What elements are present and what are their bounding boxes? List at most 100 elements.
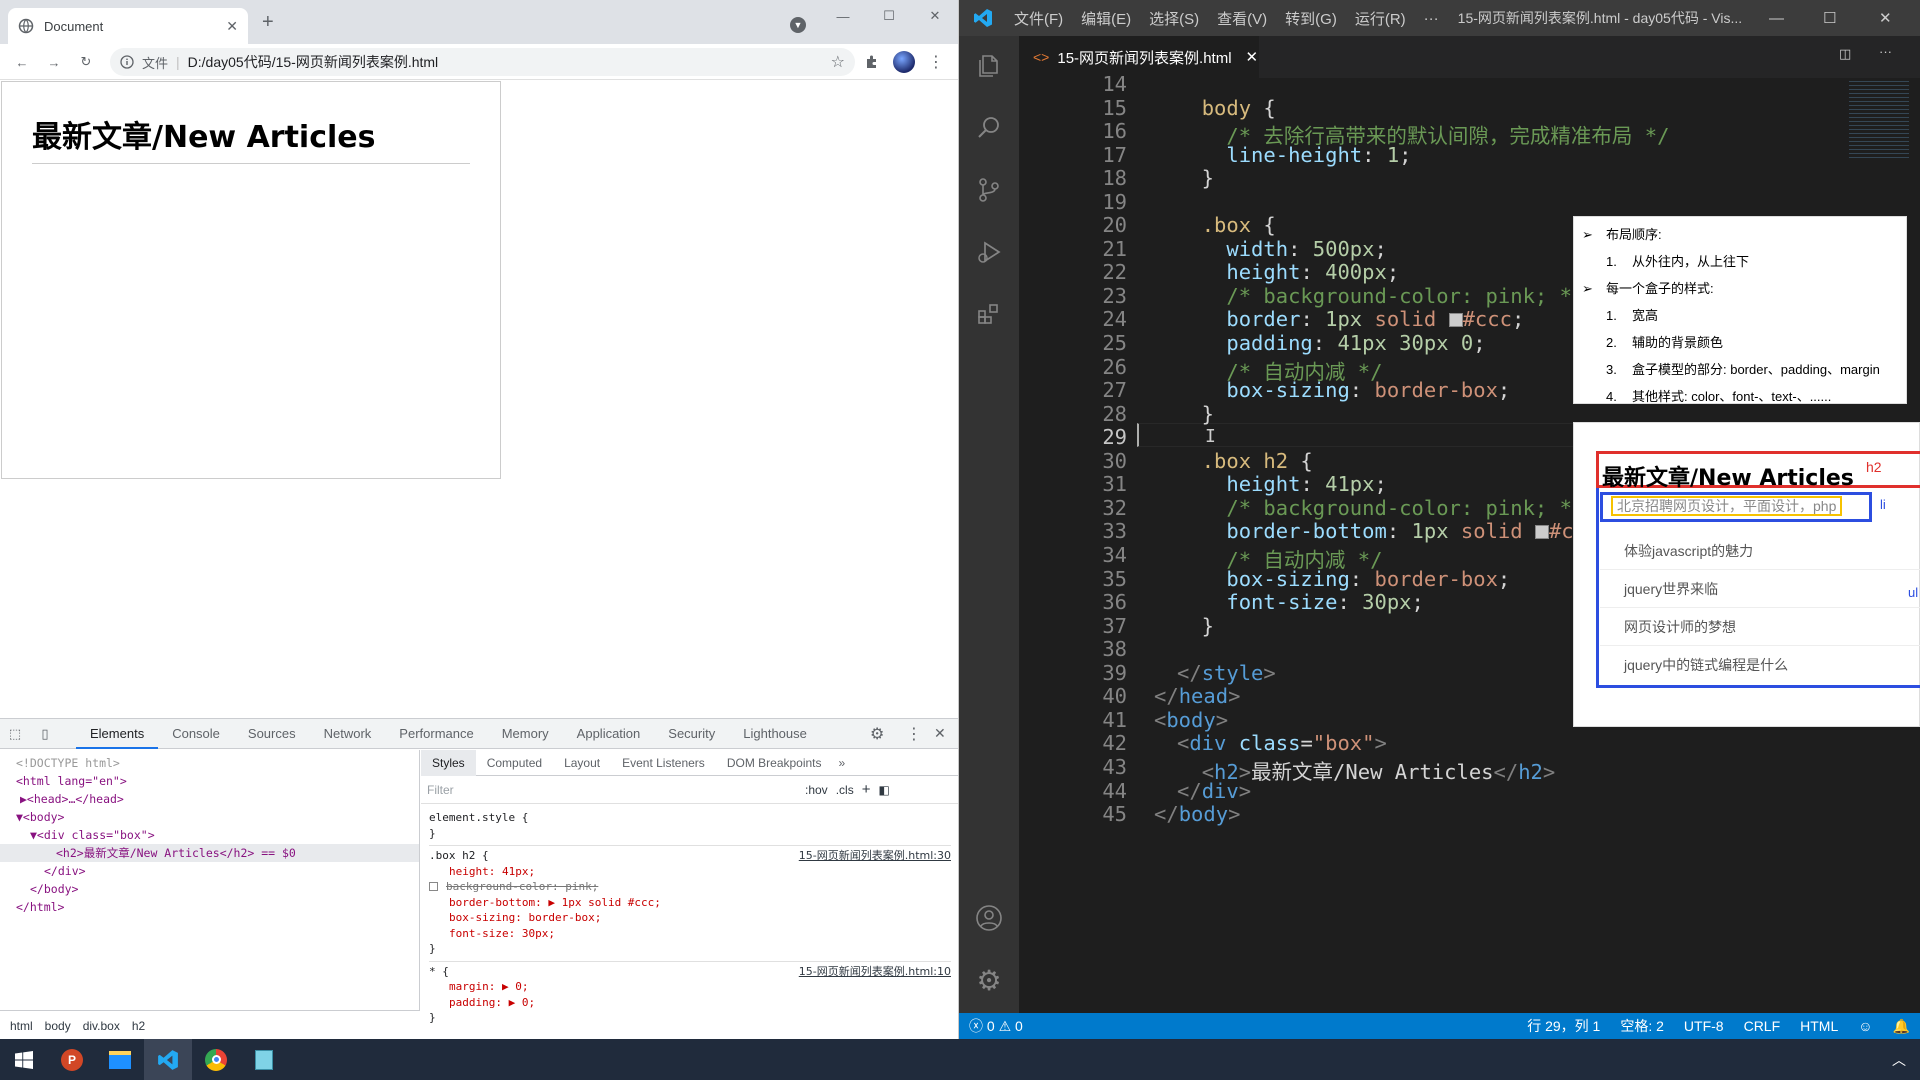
cls-toggle[interactable]: .cls	[836, 783, 854, 797]
maximize-icon[interactable]: ☐	[866, 0, 912, 32]
dom-line-html[interactable]: <html lang="en">	[16, 772, 419, 790]
tab-network[interactable]: Network	[310, 719, 386, 749]
windows-start-icon[interactable]	[0, 1039, 48, 1080]
problems-status[interactable]: ⓧ 0 ⚠ 0	[959, 1016, 1033, 1036]
dom-line-body[interactable]: ▼<body>	[16, 808, 419, 826]
tab-performance[interactable]: Performance	[385, 719, 487, 749]
reload-icon[interactable]: ↻	[74, 50, 98, 74]
prop-height[interactable]: height: 41px;	[429, 864, 951, 880]
dom-line-div-box[interactable]: ▼<div class="box">	[16, 826, 419, 844]
tab-styles[interactable]: Styles	[421, 749, 476, 776]
tab-dom-breakpoints[interactable]: DOM Breakpoints	[716, 750, 833, 776]
dom-line-h2-selected[interactable]: <h2>最新文章/New Articles</h2> == $0	[0, 844, 419, 862]
editor-more-icon[interactable]: ···	[1879, 44, 1892, 59]
prop-padding[interactable]: padding: ▶ 0;	[429, 995, 951, 1011]
tab-layout[interactable]: Layout	[553, 750, 611, 776]
prop-background-color[interactable]: background-color: pink;	[429, 879, 951, 895]
prop-border-bottom[interactable]: border-bottom: ▶ 1px solid #ccc;	[429, 895, 951, 911]
dom-tree[interactable]: <!DOCTYPE html> <html lang="en"> ▶<head>…	[0, 750, 420, 1010]
chrome-taskbar-icon[interactable]	[192, 1039, 240, 1080]
prop-font-size[interactable]: font-size: 30px;	[429, 926, 951, 942]
hov-toggle[interactable]: :hov	[805, 783, 828, 797]
tab-lighthouse[interactable]: Lighthouse	[729, 719, 821, 749]
tab-event-listeners[interactable]: Event Listeners	[611, 750, 716, 776]
back-icon[interactable]: ←	[10, 50, 34, 74]
notepad-icon[interactable]	[240, 1039, 288, 1080]
device-toggle-icon[interactable]: ▯	[30, 726, 60, 742]
devtools-more-icon[interactable]: ⋮	[906, 724, 922, 744]
dom-line-div-close[interactable]: </div>	[16, 862, 419, 880]
source-control-icon[interactable]	[959, 160, 1019, 220]
menu-go[interactable]: 转到(G)	[1276, 8, 1346, 29]
extensions-icon[interactable]	[959, 284, 1019, 344]
manage-gear-icon[interactable]: ⚙	[959, 950, 1019, 1010]
settings-gear-icon[interactable]: ⚙	[870, 724, 884, 744]
close-tab-icon[interactable]: ✕	[226, 18, 238, 35]
crumb-h2[interactable]: h2	[132, 1019, 145, 1033]
encoding[interactable]: UTF-8	[1674, 1018, 1734, 1034]
tab-memory[interactable]: Memory	[488, 719, 563, 749]
crumb-div-box[interactable]: div.box	[83, 1019, 120, 1033]
menu-selection[interactable]: 选择(S)	[1140, 8, 1208, 29]
vs-minimize-icon[interactable]: —	[1769, 10, 1784, 27]
tab-console[interactable]: Console	[158, 719, 234, 749]
forward-icon[interactable]: →	[42, 50, 66, 74]
tab-elements[interactable]: Elements	[76, 719, 159, 749]
split-editor-icon[interactable]: ◫	[1839, 46, 1851, 62]
prop-checkbox[interactable]	[429, 882, 438, 891]
dom-line-html-close[interactable]: </html>	[16, 898, 419, 916]
indentation[interactable]: 空格: 2	[1610, 1016, 1674, 1036]
tab-sources[interactable]: Sources	[234, 719, 310, 749]
vs-close-icon[interactable]: ✕	[1879, 9, 1892, 27]
accounts-icon[interactable]	[959, 888, 1019, 948]
feedback-icon[interactable]: ☺	[1848, 1018, 1882, 1034]
tab-security[interactable]: Security	[654, 719, 729, 749]
toggle-sidebar-icon[interactable]: ◧	[878, 783, 889, 797]
search-icon[interactable]	[959, 98, 1019, 158]
run-debug-icon[interactable]	[959, 222, 1019, 282]
explorer-icon[interactable]	[959, 36, 1019, 96]
rule-box-h2-source[interactable]: 15-网页新闻列表案例.html:30	[799, 848, 951, 864]
address-bar[interactable]: 文件 | D:/day05代码/15-网页新闻列表案例.html ☆	[110, 48, 855, 76]
dom-line-body-close[interactable]: </body>	[16, 880, 419, 898]
language-mode[interactable]: HTML	[1790, 1018, 1848, 1034]
dom-line-head[interactable]: ▶<head>…</head>	[16, 790, 419, 808]
crumb-html[interactable]: html	[10, 1019, 33, 1033]
crumb-body[interactable]: body	[45, 1019, 71, 1033]
tab-application[interactable]: Application	[563, 719, 655, 749]
extensions-icon[interactable]	[860, 50, 884, 74]
vscode-taskbar-icon[interactable]	[144, 1039, 192, 1080]
more-menu-icon[interactable]: ⋮	[924, 50, 948, 74]
new-tab-button[interactable]: +	[262, 12, 274, 32]
tab-search-icon[interactable]: ▼	[790, 17, 806, 33]
cursor-position[interactable]: 行 29，列 1	[1517, 1016, 1610, 1036]
browser-tab[interactable]: Document ✕	[8, 8, 248, 44]
notifications-bell-icon[interactable]: 🔔	[1883, 1018, 1920, 1035]
powerpoint-icon[interactable]: P	[48, 1039, 96, 1080]
minimap[interactable]	[1849, 78, 1909, 158]
close-window-icon[interactable]: ✕	[912, 0, 958, 32]
tab-computed[interactable]: Computed	[476, 750, 553, 776]
menu-view[interactable]: 查看(V)	[1208, 8, 1276, 29]
minimize-icon[interactable]: —	[820, 0, 866, 32]
explorer-app-icon[interactable]	[96, 1039, 144, 1080]
profile-avatar[interactable]	[892, 50, 916, 74]
prop-margin[interactable]: margin: ▶ 0;	[429, 979, 951, 995]
menu-more[interactable]: ···	[1415, 10, 1448, 27]
inspect-icon[interactable]: ⬚	[0, 726, 30, 742]
devtools-close-icon[interactable]: ✕	[934, 725, 946, 742]
menu-edit[interactable]: 编辑(E)	[1072, 8, 1140, 29]
menu-run[interactable]: 运行(R)	[1346, 8, 1415, 29]
add-rule-icon[interactable]: +	[862, 781, 871, 798]
vs-maximize-icon[interactable]: ☐	[1823, 9, 1836, 27]
filter-input[interactable]: Filter	[427, 783, 797, 797]
editor-tab-close-icon[interactable]: ✕	[1246, 48, 1259, 66]
more-tabs-icon[interactable]: »	[833, 756, 852, 770]
rule-universal-source[interactable]: 15-网页新闻列表案例.html:10	[799, 964, 951, 980]
dom-line-doctype[interactable]: <!DOCTYPE html>	[16, 754, 419, 772]
menu-file[interactable]: 文件(F)	[1005, 8, 1072, 29]
info-icon[interactable]	[120, 55, 134, 69]
prop-box-sizing[interactable]: box-sizing: border-box;	[429, 910, 951, 926]
line-ending[interactable]: CRLF	[1734, 1018, 1791, 1034]
tray-chevron-icon[interactable]: ︿	[1892, 1050, 1906, 1070]
